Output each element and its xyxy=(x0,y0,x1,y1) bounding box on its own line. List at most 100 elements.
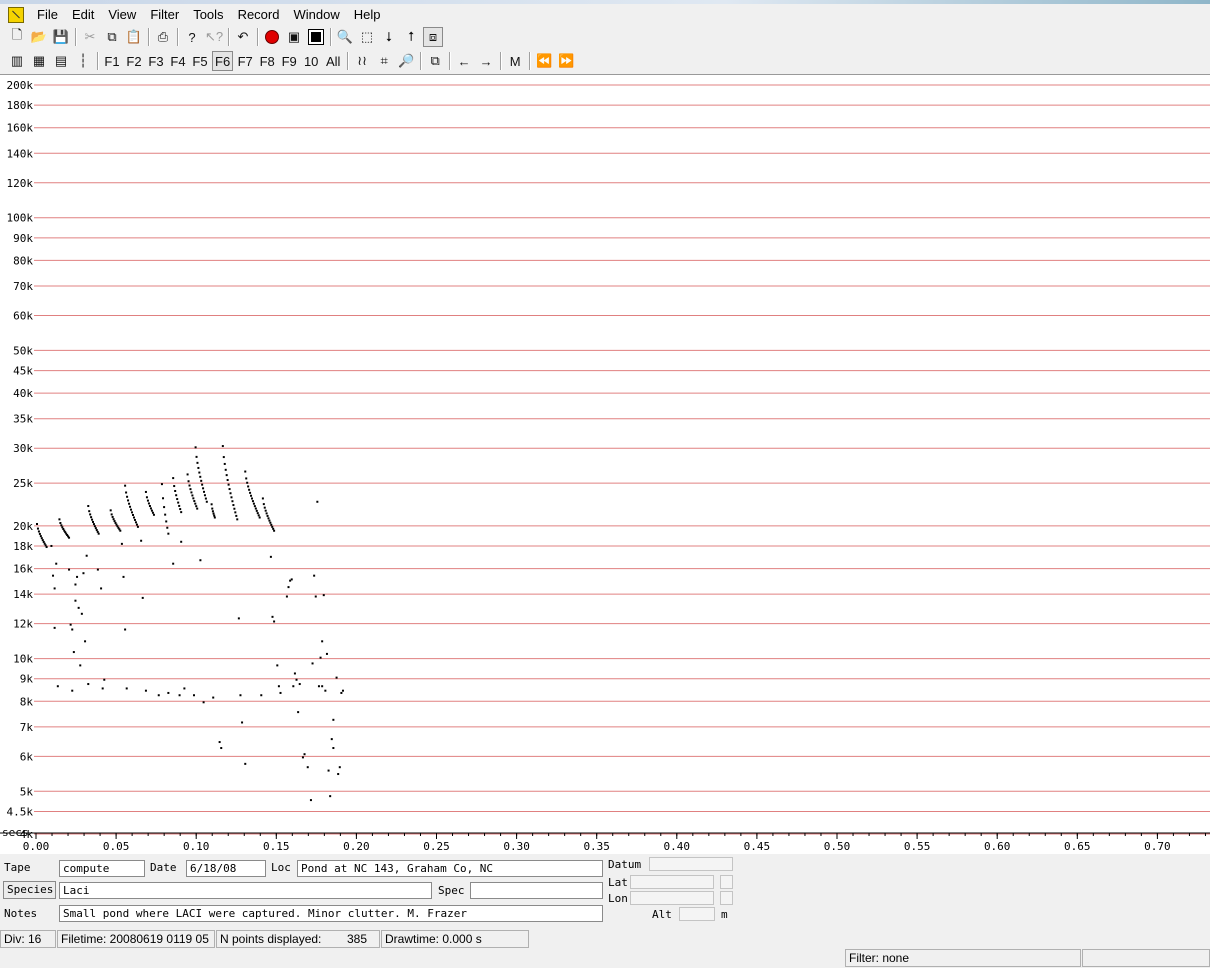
call-point xyxy=(40,537,43,540)
spec-label: Spec xyxy=(438,884,465,897)
alt-field[interactable] xyxy=(679,907,715,921)
scatter-plot[interactable]: 200k 180k 160k 140k 120k 100k 90k 80k 70k 60k 50k 4… xyxy=(0,75,1210,855)
f6-button[interactable]: F6 xyxy=(212,51,234,71)
y-tick-label: 35k xyxy=(13,413,33,426)
call-point xyxy=(191,494,194,497)
call-point xyxy=(223,462,226,465)
scatter-point xyxy=(341,689,344,692)
scatter-point xyxy=(290,578,293,581)
call-point xyxy=(228,488,231,491)
crosshair-icon[interactable]: ⌗ xyxy=(374,51,394,71)
arrow-up-icon[interactable]: ⭡ xyxy=(401,27,421,47)
menu-window[interactable]: Window xyxy=(286,5,346,25)
view-compressed-icon[interactable]: ▥ xyxy=(7,51,27,71)
scatter-point xyxy=(337,773,340,776)
call-point xyxy=(145,496,148,499)
call-point xyxy=(59,522,62,525)
scatter-point xyxy=(77,606,80,609)
all-button[interactable]: All xyxy=(323,51,343,71)
menu-edit[interactable]: Edit xyxy=(65,5,101,25)
fast-forward-icon[interactable]: ⏩ xyxy=(556,51,576,71)
call-point xyxy=(129,505,132,508)
menu-view[interactable]: View xyxy=(101,5,143,25)
stop-icon[interactable] xyxy=(306,27,326,47)
paste-icon[interactable]: 📋 xyxy=(124,27,144,47)
fast-back-icon[interactable]: ⏪ xyxy=(534,51,554,71)
lat-field[interactable] xyxy=(630,875,714,889)
menu-help[interactable]: Help xyxy=(347,5,388,25)
f9-button[interactable]: F9 xyxy=(279,51,299,71)
arrow-down-icon[interactable]: ⭣ xyxy=(379,27,399,47)
f10-button[interactable]: 10 xyxy=(301,51,321,71)
f4-button[interactable]: F4 xyxy=(168,51,188,71)
m-button[interactable]: M xyxy=(505,51,525,71)
lat-hemisphere-field[interactable] xyxy=(720,875,733,889)
context-help-icon[interactable]: ↖? xyxy=(204,27,224,47)
call-point xyxy=(148,505,151,508)
zoom-icon[interactable]: 🔍 xyxy=(335,27,355,47)
call-point xyxy=(211,507,214,510)
help-icon[interactable]: ? xyxy=(182,27,202,47)
y-tick-label: 60k xyxy=(13,310,33,323)
window-icon[interactable]: ⧉ xyxy=(425,51,445,71)
lon-hemisphere-field[interactable] xyxy=(720,891,733,905)
layout-icon[interactable]: ⧈ xyxy=(423,27,443,47)
undo-icon[interactable]: ↶ xyxy=(233,27,253,47)
x-tick-label: 0.10 xyxy=(183,840,210,853)
print-icon[interactable]: ⎙ xyxy=(153,27,173,47)
scatter-point xyxy=(202,701,205,704)
view-dots-icon[interactable]: ┆ xyxy=(73,51,93,71)
date-field[interactable]: 6/18/08 xyxy=(186,860,266,877)
scatter-point xyxy=(338,766,341,769)
open-icon[interactable]: 📂 xyxy=(29,27,49,47)
f1-button[interactable]: F1 xyxy=(102,51,122,71)
select-box-icon[interactable]: ⬚ xyxy=(357,27,377,47)
call-point xyxy=(113,520,116,523)
magnify-icon[interactable]: 🔎 xyxy=(396,51,416,71)
toolbar-separator xyxy=(330,28,331,46)
sonogram-plot-area[interactable]: 200k 180k 160k 140k 120k 100k 90k 80k 70k 60k 50k 4… xyxy=(0,74,1210,855)
copy-icon[interactable]: ⧉ xyxy=(102,27,122,47)
save-icon[interactable]: 💾 xyxy=(51,27,71,47)
tape-field[interactable]: compute xyxy=(59,860,145,877)
curves-icon[interactable]: ≀≀ xyxy=(352,51,372,71)
scatter-point xyxy=(293,672,296,675)
monitor-icon[interactable]: ▣ xyxy=(284,27,304,47)
f3-button[interactable]: F3 xyxy=(146,51,166,71)
scatter-point xyxy=(68,568,71,571)
menu-filter[interactable]: Filter xyxy=(143,5,186,25)
status-filetime: Filetime: 20080619 0119 05 xyxy=(57,930,215,948)
call-point xyxy=(246,481,249,484)
cut-icon[interactable]: ✂ xyxy=(80,27,100,47)
scatter-point xyxy=(122,575,125,578)
app-icon[interactable] xyxy=(8,6,24,23)
f2-button[interactable]: F2 xyxy=(124,51,144,71)
call-point xyxy=(61,526,64,529)
f7-button[interactable]: F7 xyxy=(235,51,255,71)
menu-file[interactable]: File xyxy=(30,5,65,25)
menu-tools[interactable]: Tools xyxy=(186,5,230,25)
y-tick-label: 12k xyxy=(13,618,33,631)
view-gapped-icon[interactable]: ▤ xyxy=(51,51,71,71)
datum-field[interactable] xyxy=(649,857,733,871)
call-point xyxy=(251,500,254,503)
record-icon[interactable] xyxy=(262,27,282,47)
x-tick-label: 0.00 xyxy=(23,840,50,853)
spec-field[interactable] xyxy=(470,882,603,899)
species-field[interactable]: Laci xyxy=(59,882,432,899)
prev-icon[interactable]: ← xyxy=(454,51,474,71)
f8-button[interactable]: F8 xyxy=(257,51,277,71)
call-point xyxy=(193,500,196,503)
view-realtime-icon[interactable]: ▦ xyxy=(29,51,49,71)
menu-record[interactable]: Record xyxy=(231,5,287,25)
location-field[interactable]: Pond at NC 143, Graham Co, NC xyxy=(297,860,603,877)
lon-field[interactable] xyxy=(630,891,714,905)
status-bar: Div: 16 Filetime: 20080619 0119 05 N poi… xyxy=(0,928,1210,968)
f5-button[interactable]: F5 xyxy=(190,51,210,71)
next-icon[interactable]: → xyxy=(476,51,496,71)
scatter-point xyxy=(76,575,79,578)
call-point xyxy=(93,525,96,528)
notes-field[interactable]: Small pond where LACI were captured. Min… xyxy=(59,905,603,922)
species-button[interactable]: Species xyxy=(3,881,56,899)
new-icon[interactable]: 🗋 xyxy=(7,27,27,47)
